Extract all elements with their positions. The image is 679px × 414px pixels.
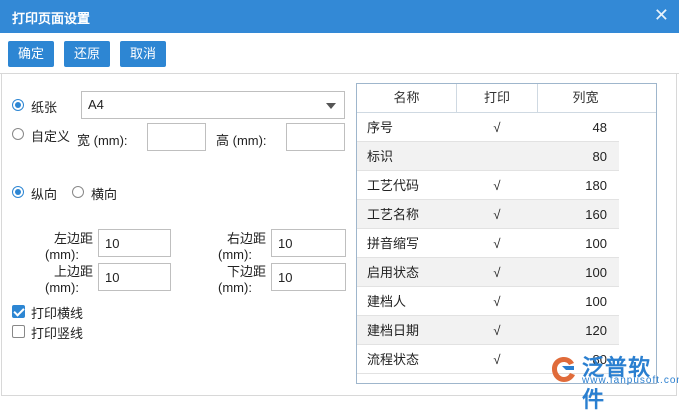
chevron-down-icon	[326, 103, 336, 109]
paper-select-value: A4	[88, 97, 104, 112]
row-name: 工艺名称	[367, 207, 420, 222]
row-name: 序号	[367, 120, 394, 135]
header-name[interactable]: 名称	[357, 84, 456, 112]
row-print[interactable]: √	[477, 316, 517, 345]
row-print[interactable]: √	[477, 229, 517, 258]
row-name: 流程状态	[367, 352, 420, 367]
row-print[interactable]: √	[477, 171, 517, 200]
custom-label: 自定义	[31, 129, 71, 144]
top-margin-label-line2: (mm):	[45, 280, 79, 295]
brand-url: www.fanpusoft.com	[582, 375, 679, 386]
top-margin-label: 上边距 (mm):	[45, 264, 93, 296]
brand-logo-icon	[552, 357, 575, 382]
row-width[interactable]: 48	[537, 113, 607, 142]
landscape-radio[interactable]	[72, 186, 84, 198]
dialog-title: 打印页面设置	[12, 11, 91, 26]
bottom-margin-label-line2: (mm):	[218, 280, 252, 295]
print-hlines-checkbox[interactable]	[12, 305, 25, 318]
column-settings-table: 名称 打印 列宽 序号 √ 48 标识 80 工艺代码 √ 180 工艺名称 √…	[356, 83, 657, 384]
paper-select[interactable]: A4	[81, 91, 345, 119]
header-print[interactable]: 打印	[457, 84, 537, 112]
print-vlines-checkbox[interactable]	[12, 325, 25, 338]
bottom-margin-label-line1: 下边距	[226, 264, 266, 279]
close-icon[interactable]: ✕	[654, 6, 669, 24]
right-margin-label-line1: 右边距	[226, 231, 266, 246]
portrait-radio[interactable]	[12, 186, 24, 198]
row-name: 标识	[367, 149, 394, 164]
row-print[interactable]: √	[477, 258, 517, 287]
cancel-button[interactable]: 取消	[120, 41, 167, 67]
left-margin-label: 左边距 (mm):	[45, 231, 93, 263]
header-width[interactable]: 列宽	[538, 84, 633, 112]
portrait-label: 纵向	[31, 187, 58, 202]
row-width[interactable]: 120	[537, 316, 607, 345]
left-margin-label-line2: (mm):	[45, 247, 79, 262]
left-margin-label-line1: 左边距	[53, 231, 93, 246]
row-width[interactable]: 80	[537, 142, 607, 171]
width-label: 宽 (mm):	[77, 133, 128, 148]
bottom-margin-label: 下边距 (mm):	[218, 264, 266, 296]
row-print[interactable]: √	[477, 113, 517, 142]
width-field[interactable]	[147, 123, 206, 151]
print-vlines-label: 打印竖线	[31, 326, 84, 341]
right-margin-field[interactable]	[271, 229, 346, 257]
table-row[interactable]: 序号 √ 48	[357, 113, 619, 142]
table-row[interactable]: 启用状态 √ 100	[357, 258, 619, 287]
table-row[interactable]: 建档人 √ 100	[357, 287, 619, 316]
left-margin-field[interactable]	[98, 229, 171, 257]
row-name: 建档人	[367, 294, 407, 309]
row-name: 工艺代码	[367, 178, 420, 193]
paper-label: 纸张	[31, 100, 58, 115]
row-width[interactable]: 180	[537, 171, 607, 200]
top-margin-label-line1: 上边距	[53, 264, 93, 279]
brand-watermark: 泛普软件 www.fanpusoft.com	[548, 352, 679, 413]
table-row[interactable]: 工艺代码 √ 180	[357, 171, 619, 200]
confirm-button[interactable]: 确定	[8, 41, 55, 67]
dialog-title-bar: 打印页面设置 ✕	[0, 0, 679, 33]
row-name: 拼音缩写	[367, 236, 420, 251]
row-name: 建档日期	[367, 323, 420, 338]
row-width[interactable]: 100	[537, 229, 607, 258]
landscape-label: 横向	[91, 187, 118, 202]
height-field[interactable]	[286, 123, 345, 151]
paper-radio[interactable]	[12, 99, 24, 111]
row-print[interactable]: √	[477, 345, 517, 374]
row-print[interactable]: √	[477, 287, 517, 316]
top-margin-field[interactable]	[98, 263, 171, 291]
row-width[interactable]: 100	[537, 258, 607, 287]
table-row[interactable]: 工艺名称 √ 160	[357, 200, 619, 229]
table-row[interactable]: 拼音缩写 √ 100	[357, 229, 619, 258]
row-width[interactable]: 160	[537, 200, 607, 229]
height-label: 高 (mm):	[216, 133, 267, 148]
custom-radio[interactable]	[12, 128, 24, 140]
table-row[interactable]: 建档日期 √ 120	[357, 316, 619, 345]
print-hlines-label: 打印横线	[31, 306, 84, 321]
table-row[interactable]: 标识 80	[357, 142, 619, 171]
bottom-margin-field[interactable]	[271, 263, 346, 291]
toolbar: 确定 还原 取消	[0, 33, 679, 74]
restore-button[interactable]: 还原	[64, 41, 111, 67]
right-margin-label-line2: (mm):	[218, 247, 252, 262]
row-print[interactable]: √	[477, 200, 517, 229]
right-margin-label: 右边距 (mm):	[218, 231, 266, 263]
row-name: 启用状态	[367, 265, 420, 280]
row-width[interactable]: 100	[537, 287, 607, 316]
table-header: 名称 打印 列宽	[357, 84, 656, 113]
